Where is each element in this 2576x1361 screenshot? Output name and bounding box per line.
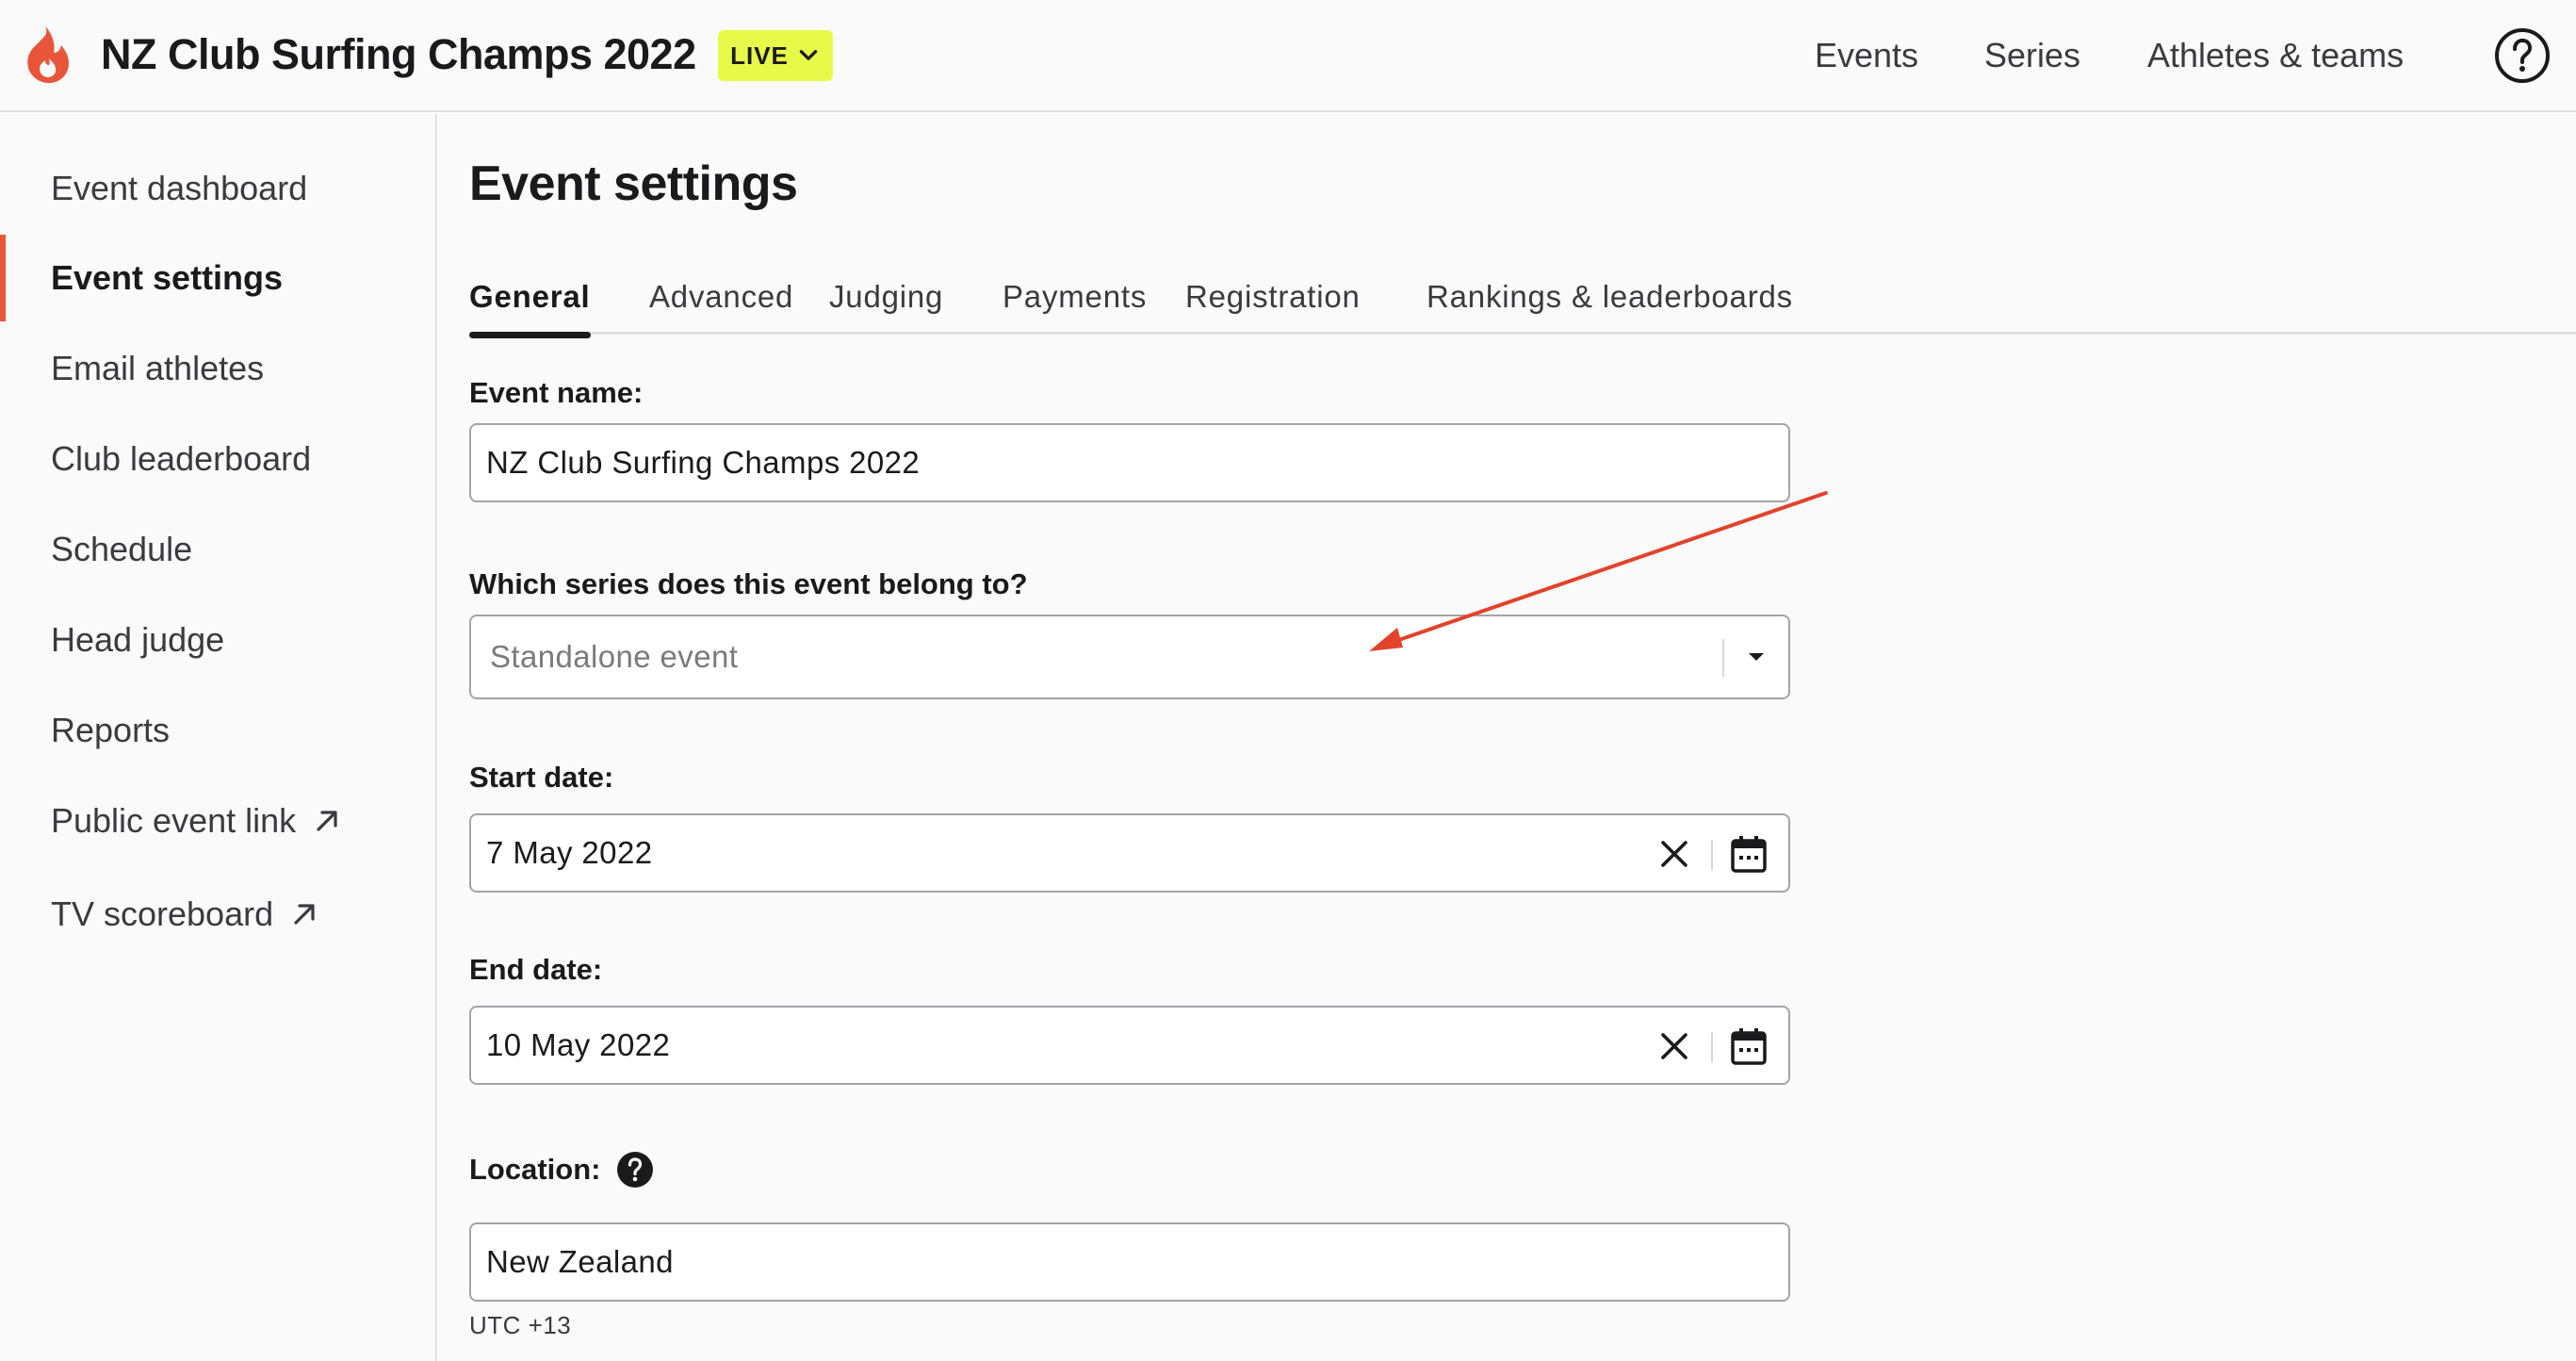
sidebar-item-label: Head judge bbox=[51, 620, 225, 659]
nav-athletes-teams[interactable]: Athletes & teams bbox=[2147, 26, 2404, 85]
sidebar-item-label: Schedule bbox=[51, 530, 193, 568]
sidebar-item-head-judge[interactable]: Head judge bbox=[0, 597, 435, 683]
event-title: NZ Club Surfing Champs 2022 bbox=[101, 30, 696, 78]
external-link-icon bbox=[317, 811, 337, 831]
event-name-label: Event name: bbox=[469, 376, 643, 410]
tab-rankings-leaderboards[interactable]: Rankings & leaderboards bbox=[1427, 252, 1793, 335]
clear-x-icon[interactable] bbox=[1658, 1030, 1690, 1062]
tab-registration[interactable]: Registration bbox=[1185, 252, 1361, 335]
timezone-hint: UTC +13 bbox=[469, 1311, 572, 1339]
sidebar-item-tv-scoreboard[interactable]: TV scoreboard bbox=[0, 871, 435, 958]
sidebar-item-email-athletes[interactable]: Email athletes bbox=[0, 325, 435, 412]
location-label-text: Location: bbox=[469, 1153, 601, 1186]
select-divider bbox=[1722, 639, 1724, 677]
sidebar-item-event-dashboard[interactable]: Event dashboard bbox=[0, 145, 435, 232]
sidebar-item-event-settings[interactable]: Event settings bbox=[0, 235, 435, 321]
main-content: Event settings General Advanced Judging … bbox=[439, 114, 2576, 1361]
sidebar-item-public-event-link[interactable]: Public event link bbox=[0, 778, 435, 864]
series-select[interactable]: Standalone event bbox=[469, 615, 1790, 699]
series-select-placeholder: Standalone event bbox=[490, 639, 739, 674]
clear-x-icon[interactable] bbox=[1658, 838, 1690, 870]
tab-advanced[interactable]: Advanced bbox=[649, 252, 793, 335]
location-label: Location: bbox=[469, 1151, 654, 1189]
calendar-icon[interactable] bbox=[1730, 834, 1768, 874]
sidebar-item-label: Event settings bbox=[51, 258, 284, 297]
status-badge-label: LIVE bbox=[730, 41, 789, 70]
sidebar-item-label: Email athletes bbox=[51, 349, 265, 387]
location-input[interactable] bbox=[486, 1244, 1788, 1280]
sidebar: Event dashboard Event settings Email ath… bbox=[0, 114, 437, 1361]
sidebar-item-label: Club leaderboard bbox=[51, 439, 312, 478]
date-divider bbox=[1711, 1032, 1713, 1062]
event-name-input[interactable] bbox=[486, 445, 1788, 481]
settings-tabs: General Advanced Judging Payments Regist… bbox=[469, 252, 2576, 338]
sidebar-item-schedule[interactable]: Schedule bbox=[0, 506, 435, 593]
live-status-dropdown[interactable]: LIVE bbox=[718, 30, 833, 81]
sidebar-item-club-leaderboard[interactable]: Club leaderboard bbox=[0, 416, 435, 502]
sidebar-item-label: TV scoreboard bbox=[51, 894, 274, 933]
end-date-label: End date: bbox=[469, 953, 602, 987]
event-name-label-text: Event name: bbox=[469, 376, 644, 409]
sidebar-item-label: Public event link bbox=[51, 801, 297, 840]
sidebar-item-label: Event dashboard bbox=[51, 169, 308, 207]
end-date-input[interactable] bbox=[486, 1027, 1788, 1063]
flame-logo-icon[interactable] bbox=[24, 25, 72, 85]
external-link-icon bbox=[294, 904, 315, 925]
start-date-input[interactable] bbox=[486, 835, 1788, 871]
series-label-text: Which series does this event belong to? bbox=[469, 567, 1028, 600]
top-bar: NZ Club Surfing Champs 2022 LIVE Events … bbox=[0, 0, 2576, 112]
series-label: Which series does this event belong to? bbox=[469, 567, 1028, 601]
event-name-field[interactable] bbox=[469, 423, 1790, 502]
help-question-icon[interactable] bbox=[616, 1151, 654, 1189]
tab-payments[interactable]: Payments bbox=[1003, 252, 1147, 335]
date-divider bbox=[1711, 840, 1713, 870]
nav-events[interactable]: Events bbox=[1815, 26, 1918, 85]
caret-down-icon[interactable] bbox=[1747, 650, 1766, 664]
location-field[interactable] bbox=[469, 1222, 1790, 1302]
tab-judging[interactable]: Judging bbox=[829, 252, 943, 335]
help-question-icon[interactable] bbox=[2493, 26, 2552, 85]
sidebar-item-label: Reports bbox=[51, 711, 171, 749]
start-date-label-text: Start date: bbox=[469, 761, 614, 794]
tab-general[interactable]: General bbox=[469, 252, 591, 338]
start-date-label: Start date: bbox=[469, 761, 613, 795]
end-date-label-text: End date: bbox=[469, 953, 603, 986]
chevron-down-icon bbox=[799, 50, 818, 60]
sidebar-item-reports[interactable]: Reports bbox=[0, 687, 435, 774]
start-date-field[interactable] bbox=[469, 813, 1790, 893]
page-title: Event settings bbox=[469, 156, 798, 211]
nav-series[interactable]: Series bbox=[1984, 26, 2080, 85]
end-date-field[interactable] bbox=[469, 1006, 1790, 1085]
calendar-icon[interactable] bbox=[1730, 1026, 1768, 1066]
